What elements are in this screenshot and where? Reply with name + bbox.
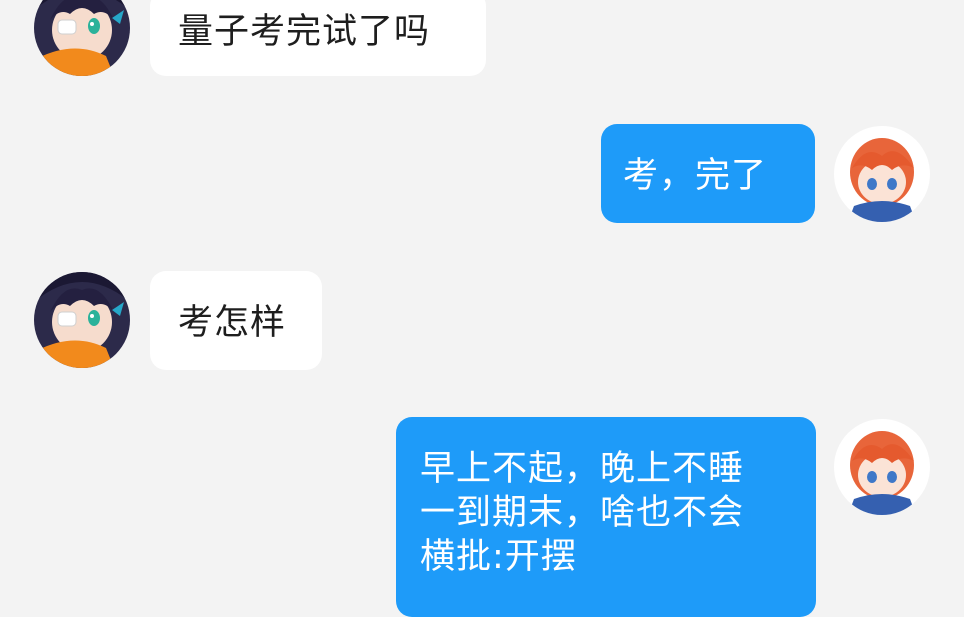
message-bubble-received[interactable]: 量子考完试了吗 [150,0,486,76]
message-text: 考怎样 [178,303,287,343]
anime-girl-avatar-icon [34,0,130,76]
anime-girl-avatar-icon [34,272,130,368]
message-bubble-sent[interactable]: 考，完了 [601,124,815,223]
message-text-line: 一到期末，啥也不会 [420,493,745,533]
message-bubble-received[interactable]: 考怎样 [150,271,322,370]
contact-avatar[interactable] [34,0,130,76]
message-text: 考，完了 [623,156,768,196]
message-text: 量子考完试了吗 [178,12,431,52]
anime-boy-avatar-icon [834,419,930,515]
anime-boy-avatar-icon [834,126,930,222]
message-bubble-sent[interactable]: 早上不起，晚上不睡 一到期末，啥也不会 横批:开摆 [396,417,816,617]
message-text-line: 横批:开摆 [420,537,577,577]
self-avatar[interactable] [834,126,930,222]
contact-avatar[interactable] [34,272,130,368]
message-text-line: 早上不起，晚上不睡 [420,449,745,489]
self-avatar[interactable] [834,419,930,515]
